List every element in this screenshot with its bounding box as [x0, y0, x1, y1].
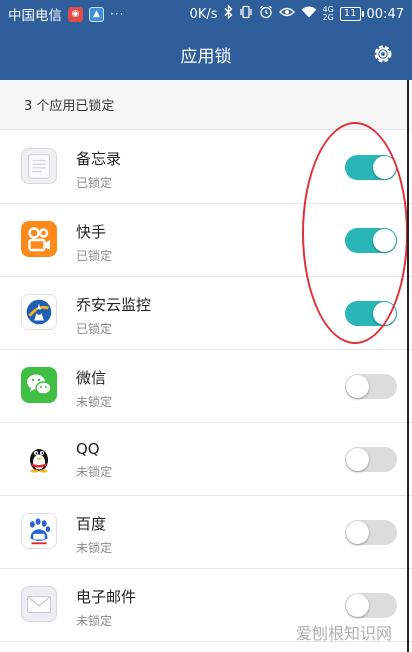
camera-app-notification-icon: ◉: [68, 6, 83, 22]
lock-toggle-baidu[interactable]: [345, 520, 397, 545]
eye-comfort-icon: [278, 6, 295, 22]
app-row-baidu[interactable]: 百度 未锁定: [0, 496, 412, 569]
lock-status: 未锁定: [76, 541, 113, 555]
app-row-kuaishou[interactable]: 快手 已锁定: [0, 204, 412, 277]
memo-app-icon: [21, 148, 57, 184]
app-name: 乔安云监控: [76, 296, 152, 314]
qq-app-icon: [21, 440, 57, 476]
watermark: 爱刨根知识网: [295, 624, 392, 643]
app-name: 备忘录: [76, 150, 122, 168]
cellular-network-icon: 4G 2G: [322, 5, 334, 22]
lock-status: 已锁定: [76, 176, 113, 190]
image-app-notification-icon: ▲: [89, 6, 104, 22]
app-name: 电子邮件: [76, 588, 137, 606]
more-notifications-dots: ···: [110, 7, 125, 21]
summary-text: 3 个应用已锁定: [24, 99, 115, 114]
network-speed: 0K/s: [189, 6, 218, 22]
lock-toggle-qiaoan-monitor[interactable]: [345, 301, 397, 326]
email-app-icon: [21, 586, 57, 622]
app-row-memo[interactable]: 备忘录 已锁定: [0, 131, 412, 204]
battery-level: 11: [343, 8, 357, 19]
wechat-app-icon: [21, 367, 57, 403]
lock-status: 未锁定: [76, 395, 113, 409]
battery-icon: 11: [339, 7, 364, 21]
app-row-wechat[interactable]: 微信 未锁定: [0, 350, 412, 423]
lock-status: 已锁定: [76, 249, 113, 263]
edge-divider: [407, 80, 409, 652]
baidu-app-icon: [21, 513, 57, 549]
lock-toggle-kuaishou[interactable]: [345, 228, 397, 253]
carrier-label: 中国电信: [8, 8, 62, 24]
lock-status: 未锁定: [76, 614, 113, 628]
app-name: QQ: [76, 440, 100, 458]
gear-icon[interactable]: [370, 41, 396, 67]
alarm-clock-icon: [259, 5, 273, 23]
lock-toggle-wechat[interactable]: [345, 374, 397, 399]
lock-toggle-qq[interactable]: [345, 447, 397, 472]
vibrate-icon: [239, 5, 253, 23]
app-name: 快手: [76, 223, 107, 241]
wifi-icon: [301, 6, 317, 22]
app-row-qiaoan-monitor[interactable]: 乔安云监控 已锁定: [0, 277, 412, 350]
app-header: 应用锁: [0, 28, 412, 80]
app-row-qq[interactable]: QQ 未锁定: [0, 423, 412, 496]
lock-status: 未锁定: [76, 465, 113, 479]
qiaoan-monitor-app-icon: [21, 294, 57, 330]
clock: 00:47: [366, 6, 404, 22]
kuaishou-app-icon: [21, 221, 57, 257]
app-name: 微信: [76, 369, 107, 387]
app-name: 百度: [76, 515, 107, 533]
app-list: 备忘录 已锁定 快手 已锁定 乔安云监控 已锁定 微信 未锁定 QQ 未锁定 百…: [0, 131, 412, 642]
status-bar: 中国电信 ◉ ▲ ··· 0K/s 4G 2G 11 00:47: [0, 0, 412, 28]
lock-toggle-email[interactable]: [345, 593, 397, 618]
lock-status: 已锁定: [76, 322, 113, 336]
bluetooth-icon: [224, 4, 233, 23]
page-title: 应用锁: [180, 46, 232, 67]
lock-toggle-memo[interactable]: [345, 155, 397, 180]
locked-count-summary: 3 个应用已锁定: [0, 80, 412, 130]
